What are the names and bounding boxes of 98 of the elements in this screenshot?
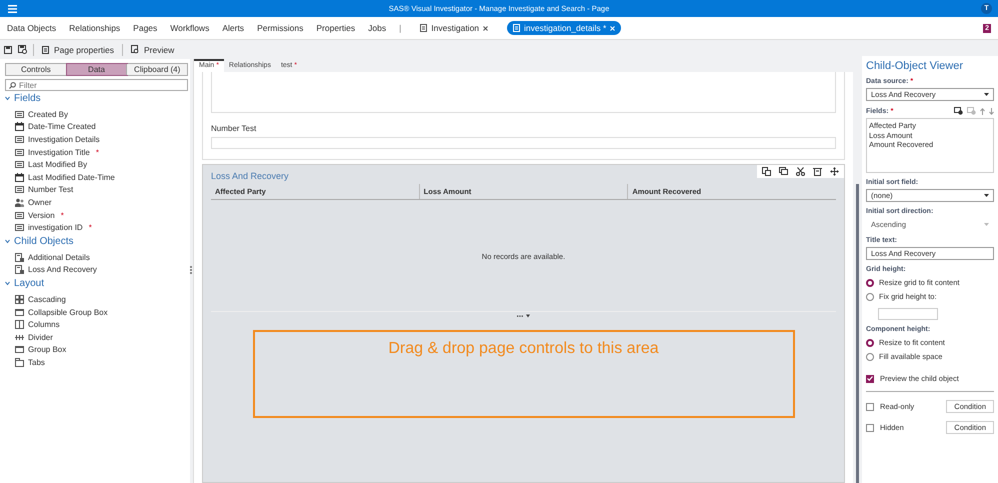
section-header[interactable]: Child Objects [5,234,188,248]
magnifier-page-icon [131,45,140,54]
copy-icon[interactable] [762,167,771,176]
radio-button[interactable] [866,338,874,346]
nav-link[interactable]: Data Objects [7,23,56,33]
nav-link[interactable]: Relationships [69,23,120,33]
columns-icon [15,320,24,330]
nav-link[interactable]: Workflows [170,23,210,33]
section-header[interactable]: Fields [5,92,188,105]
required-mark: * [60,210,64,220]
divider-icon [15,332,24,342]
scrollbar[interactable] [856,184,859,483]
preview-button[interactable]: Preview [129,44,176,54]
radio-button[interactable] [866,352,874,360]
palette-item[interactable]: Investigation Details [28,134,100,144]
save-as-icon [18,45,27,54]
radio-button[interactable] [866,292,874,300]
nav-link[interactable]: Permissions [257,23,304,33]
nav-separator: | [399,23,402,33]
text-field-icon [15,110,24,119]
save-icon [4,46,12,54]
palette-item[interactable]: Columns [28,320,60,330]
remove-field-icon [967,107,976,115]
panel-tab[interactable]: Controls [6,64,67,75]
panel-tab[interactable]: Clipboard (4) [127,64,188,75]
palette-item[interactable]: Owner [28,198,52,207]
palette-item[interactable]: Created By [28,110,68,119]
palette-item[interactable]: Tabs [28,358,45,367]
calendar-icon [15,172,24,182]
palette-item[interactable]: Date-Time Created [28,122,96,132]
panel-tab[interactable]: Data [66,64,128,75]
text-field-icon [15,160,24,170]
open-tab[interactable]: Investigation [414,21,494,35]
page-icon [420,24,428,32]
grid-icon [15,294,24,304]
chevron-down-icon [5,238,10,244]
move-icon[interactable] [830,167,839,176]
number-field[interactable] [211,137,836,149]
palette-item[interactable]: Cascading [28,294,66,304]
menu-icon[interactable] [8,4,17,12]
panel-title: Child-Object Viewer [866,60,964,72]
dropdown-arrow-icon [984,93,989,96]
tabs-icon [15,358,24,367]
nav-link[interactable]: Jobs [368,23,386,33]
palette-item[interactable]: Additional Details [28,252,90,262]
palette-item[interactable]: Loss And Recovery [28,265,97,274]
arrow-up-icon [980,108,985,114]
palette-item[interactable]: Collapsible Group Box [28,308,108,317]
child-object-icon [15,265,24,274]
palette-item[interactable]: Version [28,210,55,220]
dropdown-arrow-icon [984,223,989,226]
required-mark: * [88,223,92,232]
palette-item[interactable]: Group Box [28,345,66,354]
chevron-down-icon [5,96,10,101]
palette-item[interactable]: Number Test [28,185,74,194]
splitter-handle-icon [517,314,530,318]
calendar-icon [15,122,24,132]
scissors-icon[interactable] [796,167,805,176]
panel-icon [15,308,24,317]
field-label: Number Test [211,124,258,133]
filter-field[interactable]: Filter [5,79,188,91]
radio-button[interactable] [866,278,874,286]
page-properties-button[interactable]: Page properties [40,44,116,54]
add-field-icon [954,107,963,115]
palette-item[interactable]: investigation ID [28,223,83,232]
text-field-icon [15,134,24,144]
text-field-icon [15,148,24,157]
arrow-down-icon [989,108,994,114]
dropdown-arrow-icon [984,194,989,197]
nav-link[interactable]: Properties [316,23,356,33]
document-icon [42,46,49,54]
text-field-icon [15,210,24,220]
page-icon [513,24,520,32]
text-field-icon [15,223,24,232]
grid-height-field[interactable] [878,308,938,320]
duplicate-icon[interactable] [779,167,788,176]
section-header[interactable]: Layout [5,277,188,290]
checkbox[interactable] [866,424,874,432]
palette-item[interactable]: Last Modified Date-Time [28,172,115,182]
users-icon [15,198,24,207]
palette-item[interactable]: Last Modified By [28,160,88,170]
open-tab[interactable]: investigation_details * [507,21,622,35]
palette-item[interactable]: Investigation Title [28,148,90,157]
drop-zone: Drag & drop page controls to this area [252,330,794,418]
close-icon [610,26,616,30]
panel-icon [15,345,24,354]
text-field-icon [15,185,24,194]
palette-item[interactable]: Divider [28,332,53,342]
trash-icon[interactable] [813,167,822,176]
nav-link[interactable]: Alerts [222,23,244,33]
child-object-icon [15,252,24,262]
grid-title: Loss And Recovery [211,171,289,181]
chevron-down-icon [5,281,10,286]
checkbox[interactable] [866,402,874,410]
checkbox[interactable] [866,374,874,382]
nav-link[interactable]: Pages [133,23,158,33]
close-icon [483,26,488,30]
required-mark: * [96,148,99,157]
